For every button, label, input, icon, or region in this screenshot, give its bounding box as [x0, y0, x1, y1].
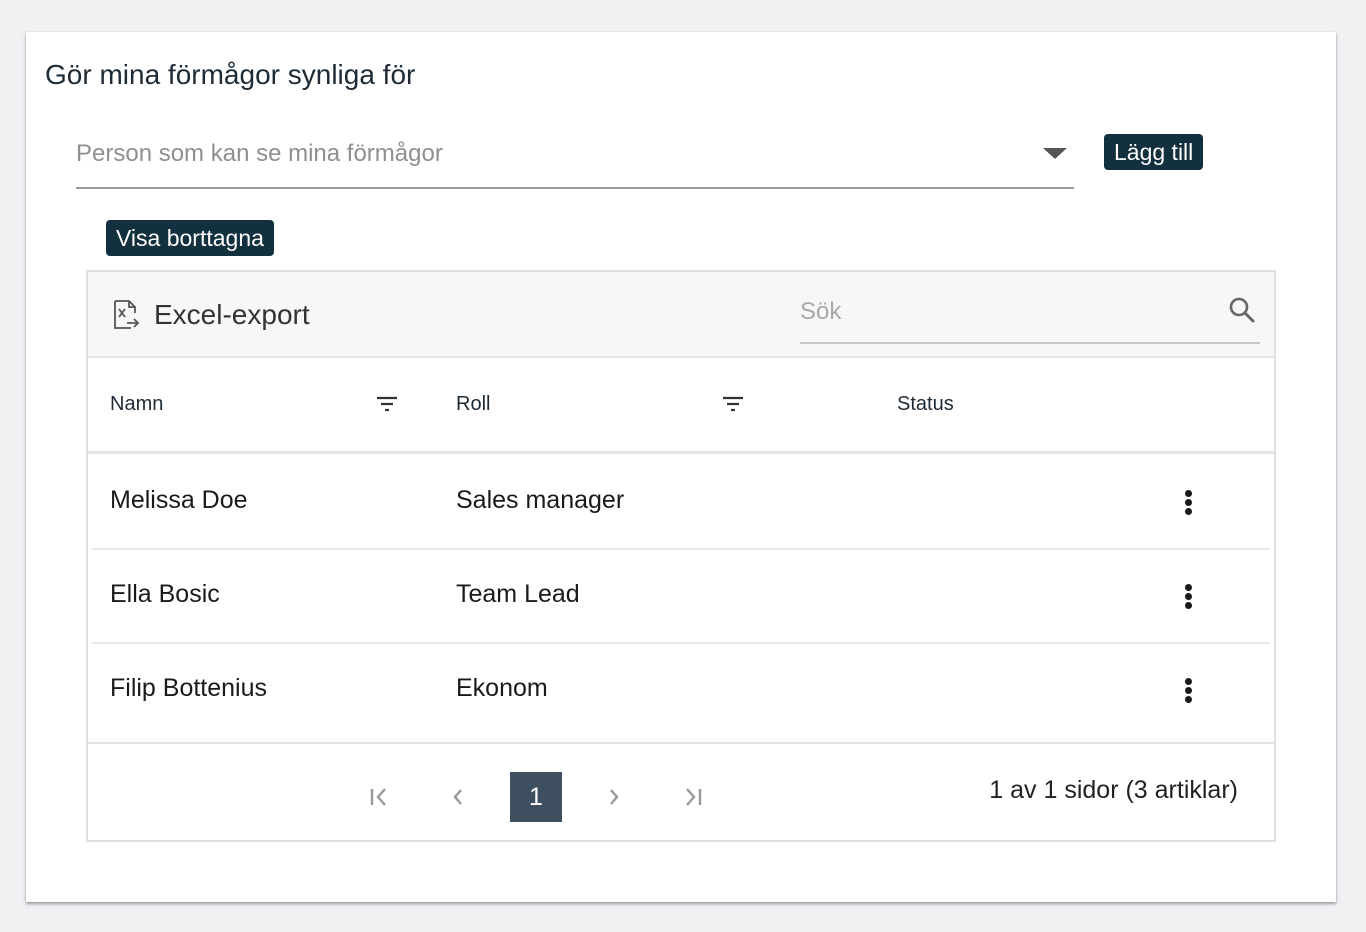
cell-role: Team Lead [456, 580, 580, 608]
column-header-role[interactable]: Roll [456, 393, 490, 416]
page-button-current[interactable]: 1 [510, 772, 562, 822]
show-removed-button[interactable]: Visa borttagna [106, 220, 274, 256]
search-box [800, 284, 1260, 344]
filter-icon[interactable] [375, 393, 399, 415]
search-input[interactable] [800, 294, 1220, 330]
excel-export-button[interactable]: Excel-export [112, 298, 310, 332]
cell-role: Ekonom [456, 674, 548, 702]
filter-icon[interactable] [721, 393, 745, 415]
table-row[interactable]: Melissa Doe Sales manager [92, 456, 1270, 550]
previous-page-button[interactable] [433, 772, 483, 822]
chevron-down-icon[interactable] [1043, 148, 1067, 159]
excel-export-label: Excel-export [154, 299, 310, 330]
search-icon[interactable] [1228, 296, 1256, 324]
pager: 1 1 av 1 sidor (3 artiklar) [88, 742, 1274, 842]
table-header: Namn Roll Status [88, 358, 1274, 454]
first-page-button[interactable] [355, 772, 405, 822]
next-page-button[interactable] [589, 772, 639, 822]
chevron-right-icon [610, 789, 619, 805]
more-options-icon[interactable] [1182, 678, 1194, 708]
add-button[interactable]: Lägg till [1104, 134, 1204, 170]
first-page-icon [370, 788, 386, 806]
cell-name: Ella Bosic [110, 580, 220, 608]
person-select[interactable]: Person som kan se mina förmågor [76, 132, 1074, 189]
pager-info: 1 av 1 sidor (3 artiklar) [989, 776, 1238, 804]
column-header-name[interactable]: Namn [110, 393, 163, 416]
persons-grid: Excel-export Namn Roll Status Melissa [86, 270, 1276, 842]
more-options-icon[interactable] [1182, 490, 1194, 520]
cell-name: Melissa Doe [110, 486, 248, 514]
person-select-placeholder: Person som kan se mina förmågor [76, 140, 443, 167]
more-options-icon[interactable] [1182, 584, 1194, 614]
last-page-button[interactable] [667, 772, 717, 822]
cell-role: Sales manager [456, 486, 625, 514]
page-title: Gör mina förmågor synliga för [45, 59, 416, 90]
table-row[interactable]: Ella Bosic Team Lead [92, 550, 1270, 644]
column-header-status[interactable]: Status [897, 393, 954, 416]
chevron-left-icon [453, 789, 462, 805]
cell-name: Filip Bottenius [110, 674, 268, 702]
last-page-icon [686, 788, 702, 806]
grid-toolbar: Excel-export [88, 272, 1274, 358]
excel-file-icon [114, 300, 140, 329]
visibility-card: Gör mina förmågor synliga för Person som… [26, 32, 1336, 902]
table-row[interactable]: Filip Bottenius Ekonom [92, 644, 1270, 738]
